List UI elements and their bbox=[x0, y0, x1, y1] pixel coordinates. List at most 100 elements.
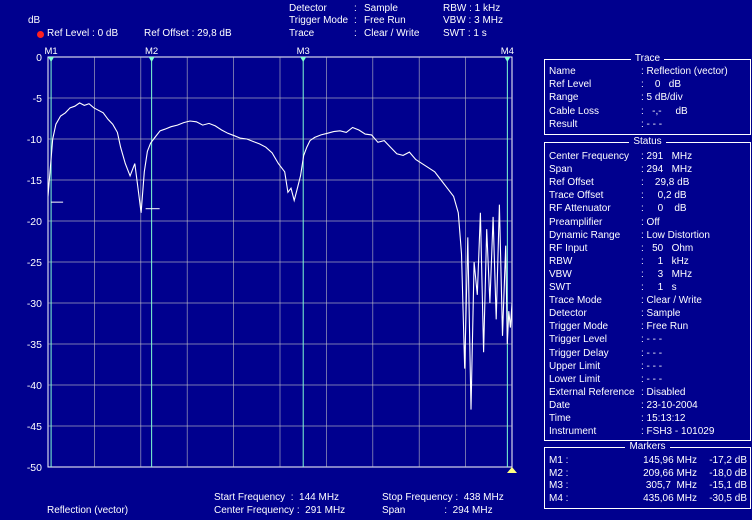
panel-row: Detector : Sample bbox=[549, 307, 749, 320]
row-key: Trace Mode bbox=[549, 295, 602, 307]
row-value: : - - - bbox=[641, 373, 663, 385]
panel-row: Trigger Mode: Free Run bbox=[549, 320, 749, 333]
row-key: Center Frequency bbox=[549, 151, 630, 162]
y-tick-label: -10 bbox=[27, 134, 42, 146]
row-value: : 1 kHz bbox=[641, 255, 689, 267]
panel-row: Ref Offset : 29,8 dB bbox=[549, 176, 749, 189]
row-key: RF Input bbox=[549, 242, 588, 254]
row-key: VBW bbox=[549, 268, 572, 280]
panel-row: Trigger Level : - - - bbox=[549, 333, 749, 346]
markers-panel-title: Markers bbox=[625, 441, 670, 452]
row-value: : 29,8 dB bbox=[641, 177, 690, 189]
marker-flag: M3 bbox=[297, 46, 310, 57]
y-tick-label: -30 bbox=[27, 298, 42, 310]
marker-frequency: 305,7 MHz bbox=[645, 480, 697, 491]
panel-row: RBW : 1 kHz bbox=[549, 255, 749, 268]
row-key: Upper Limit bbox=[549, 360, 601, 372]
panel-row: Upper Limit : - - - bbox=[549, 360, 749, 373]
panel-row: Trigger Delay: - - - bbox=[549, 347, 749, 360]
row-key: Span bbox=[549, 164, 573, 176]
row-key: Name bbox=[549, 66, 576, 77]
panel-row: Span : 294 MHz bbox=[549, 163, 749, 176]
marker-level: -30,5 dB bbox=[709, 492, 747, 504]
trace-panel-title: Trace bbox=[630, 53, 665, 64]
row-value: : -,- dB bbox=[641, 105, 688, 117]
row-key: Date bbox=[549, 399, 571, 411]
marker-frequency: 435,06 MHz bbox=[643, 492, 697, 504]
panel-row: Trace Offset: 0,2 dB bbox=[549, 189, 749, 202]
row-key: Trigger Level bbox=[549, 334, 607, 346]
panel-row: Instrument: FSH3 - 101029 bbox=[549, 425, 749, 438]
row-key: External Reference bbox=[549, 386, 635, 398]
center-frequency: Center Frequency : 291 MHz bbox=[214, 505, 346, 516]
row-key: Dynamic Range bbox=[549, 229, 621, 241]
marker-level: -18,0 dB bbox=[709, 467, 747, 479]
panel-row: Ref Level: 0 dB bbox=[549, 78, 749, 91]
span-readout: Span : 294 MHz bbox=[382, 505, 493, 516]
stop-frequency: Stop Frequency : 438 MHz bbox=[382, 492, 504, 503]
row-value: : 5 dB/div bbox=[641, 92, 683, 104]
panel-row: RF Attenuator : 0 dB bbox=[549, 202, 749, 215]
panel-row: Center Frequency : 291 MHz bbox=[549, 150, 749, 163]
row-key: Cable Loss bbox=[549, 105, 600, 117]
panel-row: Name : Reflection (vector) bbox=[549, 65, 749, 78]
marker-triangle bbox=[48, 57, 55, 62]
marker-frequency: 209,66 MHz bbox=[643, 467, 697, 479]
start-frequency: Start Frequency : 144 MHz bbox=[214, 492, 340, 503]
marker-level: -17,2 dB bbox=[709, 455, 747, 466]
panel-row: Trace Mode : Clear / Write bbox=[549, 294, 749, 307]
panel-row: RF Input: 50 Ohm bbox=[549, 242, 749, 255]
marker-label: M4 : bbox=[549, 492, 569, 504]
panel-row: Date : 23-10-2004 bbox=[549, 399, 749, 412]
row-value: : Sample bbox=[641, 308, 681, 320]
panel-row: Range : 5 dB/div bbox=[549, 91, 749, 104]
status-panel-title: Status bbox=[629, 136, 666, 147]
marker-flag: M4 bbox=[501, 46, 514, 57]
panel-row: Cable Loss : -,- dB bbox=[549, 105, 749, 118]
row-value: : 15:13:12 bbox=[641, 413, 686, 424]
row-value: : - - - bbox=[641, 334, 663, 346]
marker-row: M4 : 435,06 MHz -30,5 dB bbox=[549, 492, 749, 505]
row-key: Result bbox=[549, 118, 578, 130]
row-value: : Free Run bbox=[641, 321, 689, 333]
marker-triangle bbox=[300, 57, 307, 62]
row-key: Time bbox=[549, 413, 571, 424]
marker-level: -15,1 dB bbox=[709, 480, 747, 491]
row-value: : - - - bbox=[641, 360, 663, 372]
y-tick-label: -15 bbox=[27, 175, 42, 187]
row-key: Instrument bbox=[549, 426, 597, 438]
marker-row: M3 : 305,7 MHz -15,1 dB bbox=[549, 479, 749, 492]
status-panel: Status Center Frequency : 291 MHz Span : 29… bbox=[544, 136, 751, 441]
panel-row: Dynamic Range: Low Distortion bbox=[549, 229, 749, 242]
panel-row: Time : 15:13:12 bbox=[549, 412, 749, 425]
y-tick-label: -35 bbox=[27, 339, 42, 351]
row-value: : 23-10-2004 bbox=[641, 399, 698, 411]
row-key: Trigger Delay bbox=[549, 347, 609, 359]
y-tick-label: 0 bbox=[36, 52, 42, 64]
panel-row: VBW: 3 MHz bbox=[549, 268, 749, 281]
row-value: : 1 s bbox=[641, 282, 677, 293]
y-tick-label: -40 bbox=[27, 380, 42, 392]
panel-row: Lower Limit : - - - bbox=[549, 373, 749, 386]
footer-trace-name: Reflection (vector) bbox=[47, 505, 129, 516]
row-key: Lower Limit bbox=[549, 373, 601, 385]
markers-panel: Markers M1 : 145,96 MHz -17,2 dB M2 : 209,66… bbox=[544, 441, 751, 509]
marker-flag: M2 bbox=[145, 46, 158, 57]
row-key: Range bbox=[549, 92, 579, 104]
row-key: RF Attenuator bbox=[549, 203, 611, 215]
row-value: : 0 dB bbox=[641, 203, 687, 215]
row-key: Ref Offset bbox=[549, 177, 594, 189]
y-tick-label: -50 bbox=[27, 462, 42, 474]
row-key: RBW bbox=[549, 255, 573, 267]
marker-row: M1 : 145,96 MHz -17,2 dB bbox=[549, 454, 749, 467]
row-key: Detector bbox=[549, 308, 587, 320]
row-key: Ref Level bbox=[549, 79, 592, 91]
row-value: : Reflection (vector) bbox=[641, 66, 728, 77]
marker-label: M2 : bbox=[549, 467, 569, 479]
row-value: : Clear / Write bbox=[641, 295, 702, 307]
row-value: : - - - bbox=[641, 118, 663, 130]
row-value: : 0,2 dB bbox=[641, 190, 687, 202]
row-value: : 291 MHz bbox=[641, 151, 693, 162]
marker-label: M3 : bbox=[549, 480, 569, 491]
row-value: : 294 MHz bbox=[641, 164, 693, 176]
